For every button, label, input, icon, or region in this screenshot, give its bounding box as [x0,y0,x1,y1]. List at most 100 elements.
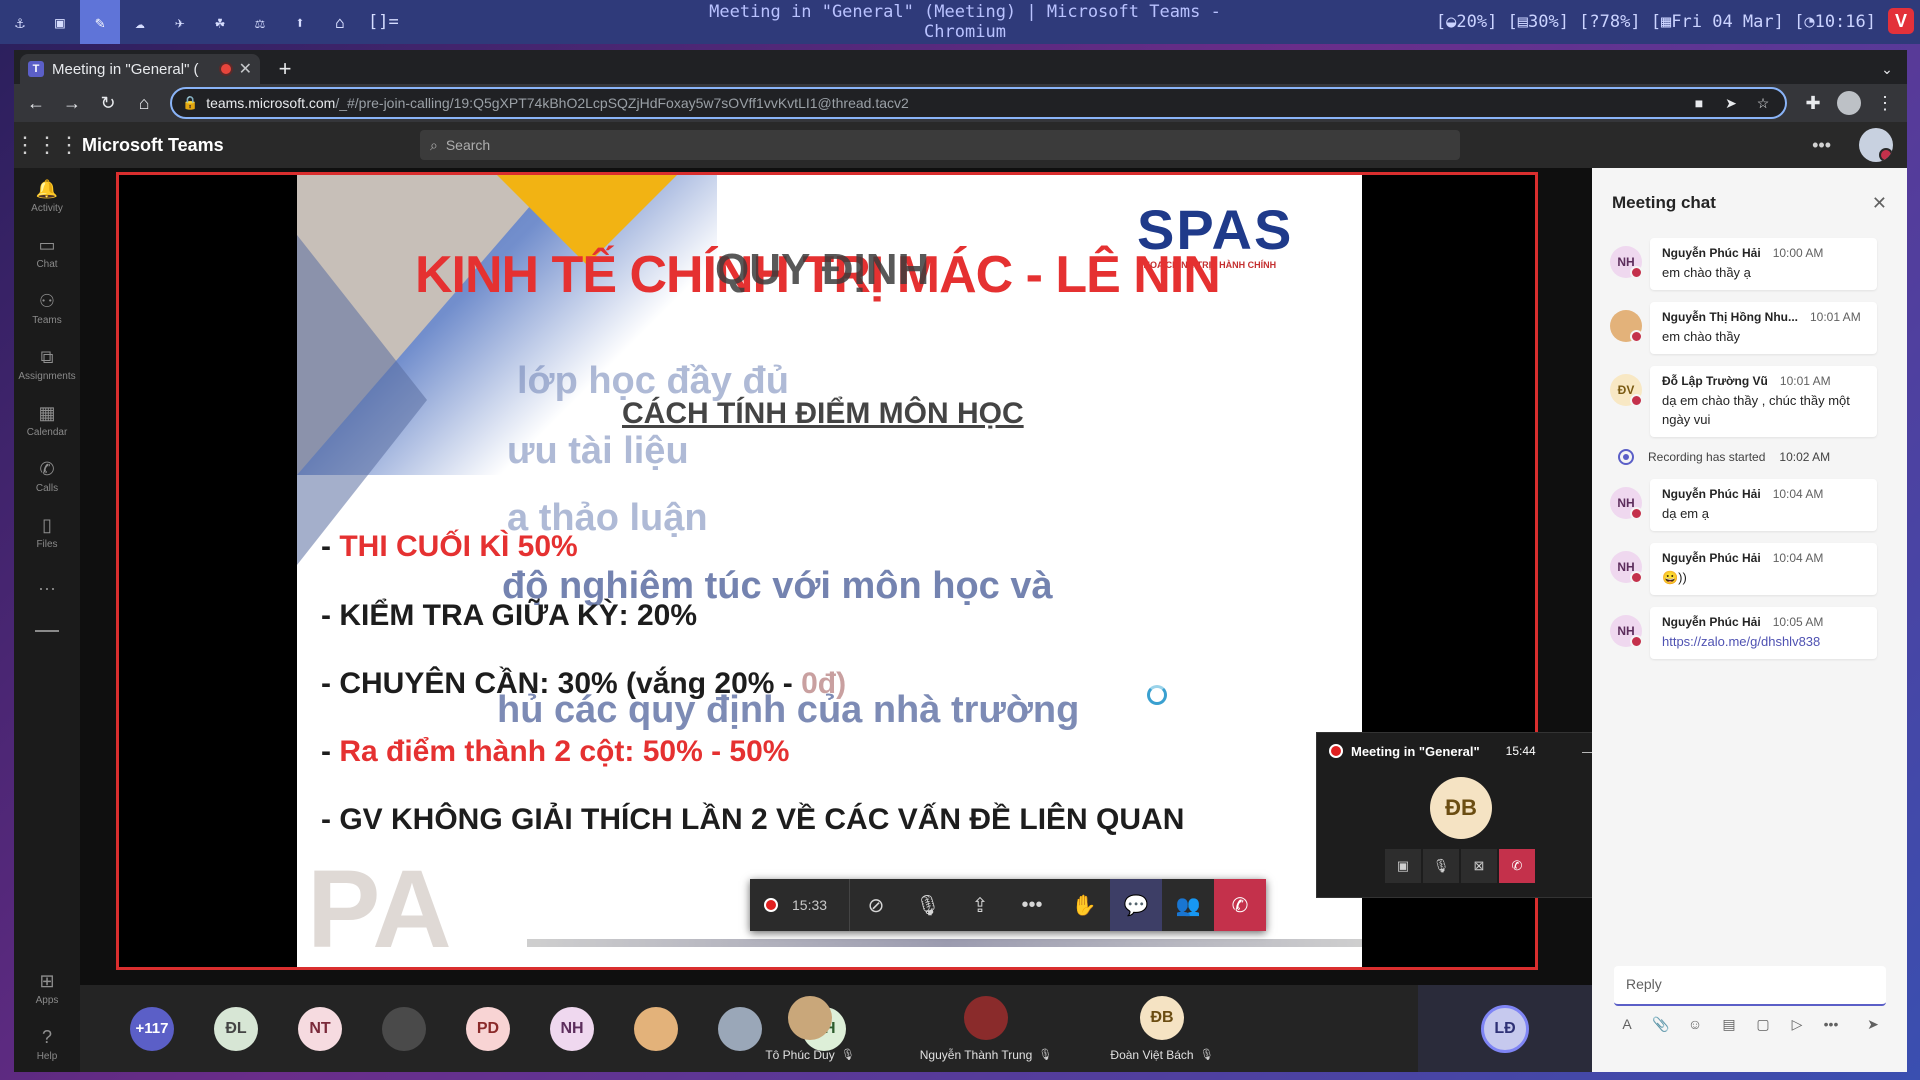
bookmark-star-icon[interactable]: ☆ [1751,95,1775,112]
chat-message[interactable]: NH Nguyễn Phúc Hải 10:04 AM 😀)) [1610,543,1877,595]
participant-avatar[interactable]: NH [550,1006,594,1051]
browser-menu-icon[interactable]: ⋮ [1869,87,1901,119]
rail-teams[interactable]: ⚇ Teams [14,280,80,336]
message-author: Nguyễn Thị Hồng Nhu... [1662,310,1798,324]
call-duration: 15:33 [792,897,828,913]
workspace-1[interactable]: ⚓ [0,0,40,44]
tab-meeting[interactable]: T Meeting in "General" ( ✕ [20,54,260,84]
workspace-3-active[interactable]: ✎ [80,0,120,44]
back-button[interactable]: ← [20,87,52,119]
rail-chat[interactable]: ▭ Chat [14,224,80,280]
participant-name: Nguyễn Thành Trung [919,1047,1033,1062]
more-actions-button[interactable]: ••• [1006,879,1058,931]
reply-input[interactable]: Reply [1614,966,1886,1006]
chat-message[interactable]: NH Nguyễn Phúc Hải 10:00 AM em chào thầy … [1610,238,1877,290]
chat-icon: ▭ [38,234,56,255]
browser-toolbar: ← → ↻ ⌂ 🔒 teams.microsoft.com/_#/pre-joi… [14,84,1907,122]
participant-photo-avatar[interactable] [634,1006,678,1051]
overflow-participants-button[interactable]: +117 [130,1006,174,1051]
message-link[interactable]: https://zalo.me/g/dhshlv838 [1662,634,1820,649]
rail-files[interactable]: ▯ Files [14,504,80,560]
participant-avatar[interactable]: NT [298,1006,342,1051]
camera-off-button[interactable]: ⊘ [850,879,902,931]
share-screen-button[interactable]: ⇪ [954,879,1006,931]
chat-message[interactable]: ĐV Đỗ Lập Trường Vũ 10:01 AM dạ em chào t… [1610,366,1877,437]
participants-button[interactable]: 👥 [1162,879,1214,931]
emoji-icon[interactable]: ☺ [1682,1016,1708,1033]
participant-avatar[interactable]: ĐL [214,1006,258,1051]
rail-label: Apps [35,994,59,1006]
rail-more[interactable]: ··· [14,560,80,616]
raise-hand-button[interactable]: ✋ [1058,879,1110,931]
mini-hang-up-button[interactable]: ✆ [1499,849,1535,883]
more-compose-icon[interactable]: ••• [1818,1016,1844,1033]
message-text: dạ em ạ [1662,506,1709,521]
forward-button[interactable]: → [56,87,88,119]
format-icon[interactable]: A [1614,1016,1640,1033]
rail-label: Chat [36,258,58,270]
close-icon[interactable]: ✕ [1872,193,1887,214]
message-bubble: Nguyễn Phúc Hải 10:04 AM 😀)) [1650,543,1877,595]
meeting-stage: SPAS KHOA CHÍNH TRỊ - HÀNH CHÍNH KINH TẾ… [80,168,1608,985]
participant-tile[interactable]: Nguyễn Thành Trung 🎙 [898,985,1074,1072]
mic-off-button[interactable]: 🎙 [902,879,954,931]
workspace-7[interactable]: ⚖ [240,0,280,44]
search-input[interactable]: ⌕ Search [420,130,1460,160]
send-tab-icon[interactable]: ➤ [1719,95,1743,112]
user-avatar[interactable] [1859,128,1893,162]
rail-activity[interactable]: 🔔 Activity [14,168,80,224]
self-tile[interactable]: LĐ [1418,985,1592,1072]
workspace-8[interactable]: ⬆ [280,0,320,44]
participant-photo-avatar[interactable] [382,1006,426,1051]
tab-close-icon[interactable]: ✕ [239,59,252,79]
chat-message[interactable]: NH Nguyễn Phúc Hải 10:04 AM dạ em ạ [1610,479,1877,531]
reload-button[interactable]: ↻ [92,87,124,119]
attach-icon[interactable]: 📎 [1648,1016,1674,1033]
workspace-6[interactable]: ☘ [200,0,240,44]
workspace-5[interactable]: ✈ [160,0,200,44]
app-name: Microsoft Teams [82,134,224,155]
gif-icon[interactable]: ▤ [1716,1016,1742,1033]
chat-message[interactable]: Nguyễn Thị Hồng Nhu... 10:01 AM em chào t… [1610,302,1877,354]
participant-avatar[interactable]: PD [466,1006,510,1051]
rail-calls[interactable]: ✆ Calls [14,448,80,504]
sticker-icon[interactable]: ▢ [1750,1016,1776,1033]
workspace-9[interactable]: ⌂ [320,0,360,44]
extensions-icon[interactable]: ✚ [1797,87,1829,119]
workspace-2[interactable]: ▣ [40,0,80,44]
chat-toggle-button[interactable]: 💬 [1110,879,1162,931]
lock-icon[interactable]: 🔒 [182,95,198,111]
participant-tile[interactable]: ĐB Đoàn Việt Bách 🎙 [1074,985,1250,1072]
tray-browser-icon[interactable]: V [1888,8,1914,34]
mini-call-window[interactable]: Meeting in "General" 15:44 — ĐB ▣ 🎙 ⊠ ✆ [1316,732,1608,898]
rail-help[interactable]: ? Help [14,1016,80,1072]
rail-apps[interactable]: ⊞ Apps [14,960,80,1016]
mini-stop-share-button[interactable]: ⊠ [1461,849,1497,883]
more-options-icon[interactable]: ••• [1812,135,1831,156]
app-launcher-icon[interactable]: ⋮⋮⋮ [14,132,80,158]
mini-mic-button[interactable]: 🎙 [1423,849,1459,883]
workspace-4[interactable]: ☁ [120,0,160,44]
rail-label: Assignments [18,370,76,382]
participant-avatar: ĐB [1140,995,1184,1040]
new-tab-button[interactable]: + [268,54,302,84]
message-bubble: Nguyễn Phúc Hải 10:00 AM em chào thầy ạ [1650,238,1877,290]
chat-message[interactable]: NH Nguyễn Phúc Hải 10:05 AM https://zalo.… [1610,607,1877,659]
mini-title: Meeting in "General" [1351,743,1480,759]
rail-calendar[interactable]: ▦ Calendar [14,392,80,448]
tab-search-icon[interactable]: ⌄ [1867,54,1907,84]
schedule-icon[interactable]: ▷ [1784,1016,1810,1033]
address-bar[interactable]: 🔒 teams.microsoft.com/_#/pre-join-callin… [170,87,1787,119]
profile-avatar[interactable] [1837,91,1861,115]
hang-up-button[interactable]: ✆ [1214,879,1266,931]
camera-permission-icon[interactable]: ■ [1687,95,1711,111]
message-meta: Đỗ Lập Trường Vũ 10:01 AM [1662,374,1865,388]
mini-camera-off-button[interactable]: ▣ [1385,849,1421,883]
participant-name-row: Đoàn Việt Bách 🎙 [1110,1048,1213,1062]
line-text: - CHUYÊN CẦN: 30% (vắng 20% - [321,667,802,700]
participant-tile[interactable]: Tô Phúc Duy 🎙 [722,985,898,1072]
home-button[interactable]: ⌂ [128,87,160,119]
browser-window: T Meeting in "General" ( ✕ + ⌄ ← → ↻ ⌂ 🔒… [14,50,1907,1072]
send-icon[interactable]: ➤ [1860,1016,1886,1033]
rail-assignments[interactable]: ⧉ Assignments [14,336,80,392]
